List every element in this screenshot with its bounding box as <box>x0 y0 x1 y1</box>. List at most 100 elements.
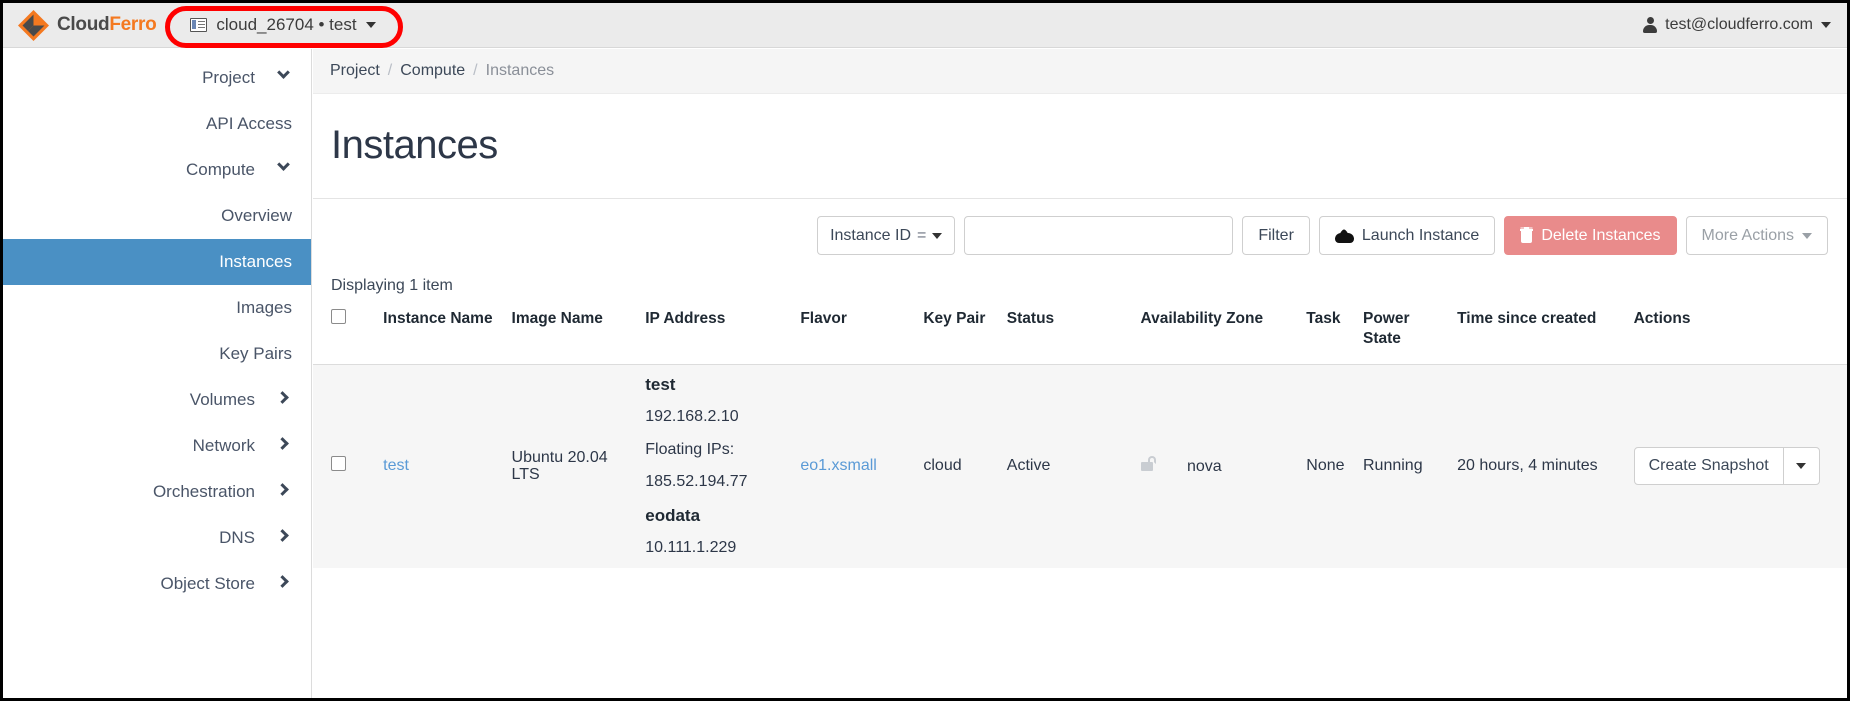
launch-instance-button[interactable]: Launch Instance <box>1319 216 1495 255</box>
brand-text: CloudFerro <box>57 14 156 36</box>
sidebar-item-label: Orchestration <box>153 482 255 502</box>
flavor-link[interactable]: eo1.xsmall <box>800 457 876 474</box>
chevron-right-icon <box>279 393 293 407</box>
project-selector[interactable]: cloud_26704 • test <box>180 11 385 39</box>
main-content: Project / Compute / Instances Instances … <box>313 49 1847 698</box>
breadcrumb-item-project[interactable]: Project <box>330 62 380 80</box>
select-all-checkbox[interactable] <box>331 309 346 324</box>
top-header-bar: CloudFerro cloud_26704 • test test@cloud… <box>3 3 1847 48</box>
instances-table: Instance Name Image Name IP Address Flav… <box>313 309 1847 568</box>
sidebar-item-overview[interactable]: Overview <box>3 193 311 239</box>
chevron-down-icon <box>1802 233 1812 239</box>
cloudferro-logo-icon <box>17 9 50 42</box>
filter-operator-label: = <box>917 227 926 245</box>
filter-button[interactable]: Filter <box>1242 216 1310 255</box>
column-header-task[interactable]: Task <box>1300 309 1357 364</box>
chevron-down-icon <box>279 71 293 85</box>
breadcrumb: Project / Compute / Instances <box>313 49 1847 94</box>
chevron-right-icon <box>279 531 293 545</box>
sidebar-item-label: Volumes <box>190 390 255 410</box>
launch-instance-label: Launch Instance <box>1362 227 1479 245</box>
sidebar-item-images[interactable]: Images <box>3 285 311 331</box>
sidebar-item-network[interactable]: Network <box>3 423 311 469</box>
column-header-ip-address[interactable]: IP Address <box>639 309 794 364</box>
column-header-key-pair[interactable]: Key Pair <box>917 309 1000 364</box>
filter-field-label: Instance ID <box>830 227 911 245</box>
cell-time-since-created: 20 hours, 4 minutes <box>1451 364 1628 567</box>
browser-window: CloudFerro cloud_26704 • test test@cloud… <box>0 0 1850 701</box>
cell-flavor: eo1.xsmall <box>794 364 917 567</box>
network-name-1: test <box>645 375 788 395</box>
sidebar-item-volumes[interactable]: Volumes <box>3 377 311 423</box>
network-ip-2: 10.111.1.229 <box>645 539 788 557</box>
trash-icon <box>1520 228 1533 243</box>
create-snapshot-button[interactable]: Create Snapshot <box>1635 448 1783 484</box>
sidebar-item-label: Instances <box>219 252 292 272</box>
instance-name-link[interactable]: test <box>383 457 409 474</box>
breadcrumb-item-instances: Instances <box>486 62 554 80</box>
column-header-availability-zone[interactable]: Availability Zone <box>1135 309 1301 364</box>
sidebar-item-label: Network <box>193 436 255 456</box>
actions-split-button: Create Snapshot <box>1634 447 1820 485</box>
chevron-right-icon <box>279 485 293 499</box>
sidebar-item-label: Object Store <box>161 574 256 594</box>
chevron-down-icon <box>1821 22 1831 28</box>
sidebar-item-label: Images <box>236 298 292 318</box>
displaying-count: Displaying 1 item <box>313 255 1847 295</box>
column-header-power-state[interactable]: Power State <box>1357 309 1451 364</box>
select-all-header <box>313 309 377 364</box>
sidebar-item-project[interactable]: Project <box>3 55 311 101</box>
cell-availability-zone: nova <box>1135 364 1301 567</box>
user-menu[interactable]: test@cloudferro.com <box>1643 16 1831 34</box>
column-header-actions: Actions <box>1628 309 1847 364</box>
column-header-status[interactable]: Status <box>1001 309 1135 364</box>
row-checkbox[interactable] <box>331 456 346 471</box>
page-title: Instances <box>331 123 1847 168</box>
table-body: test Ubuntu 20.04 LTS test 192.168.2.10 … <box>313 364 1847 567</box>
sidebar-item-label: Overview <box>221 206 292 226</box>
column-header-image-name[interactable]: Image Name <box>506 309 640 364</box>
more-actions-button[interactable]: More Actions <box>1686 216 1828 255</box>
search-input[interactable] <box>964 216 1233 255</box>
project-list-icon <box>190 18 207 32</box>
chevron-down-icon <box>1796 463 1806 469</box>
instances-toolbar: Instance ID = Filter Launch Instance Del… <box>313 199 1847 255</box>
sidebar-item-label: Key Pairs <box>219 344 292 364</box>
column-header-instance-name[interactable]: Instance Name <box>377 309 505 364</box>
chevron-down-icon <box>366 22 376 28</box>
cell-status: Active <box>1001 364 1135 567</box>
breadcrumb-item-compute[interactable]: Compute <box>400 62 465 80</box>
delete-instances-button[interactable]: Delete Instances <box>1504 216 1676 255</box>
cell-ip-address: test 192.168.2.10 Floating IPs: 185.52.1… <box>639 364 794 567</box>
actions-dropdown-toggle[interactable] <box>1783 448 1819 484</box>
table-header: Instance Name Image Name IP Address Flav… <box>313 309 1847 364</box>
sidebar-item-object-store[interactable]: Object Store <box>3 561 311 607</box>
sidebar-item-label: DNS <box>219 528 255 548</box>
cell-task: None <box>1300 364 1357 567</box>
cloudferro-logo[interactable]: CloudFerro <box>17 9 156 42</box>
column-header-flavor[interactable]: Flavor <box>794 309 917 364</box>
user-menu-label: test@cloudferro.com <box>1665 16 1813 34</box>
cell-image-name: Ubuntu 20.04 LTS <box>506 364 640 567</box>
sidebar-item-compute[interactable]: Compute <box>3 147 311 193</box>
chevron-down-icon <box>279 163 293 177</box>
unlock-icon <box>1141 456 1157 471</box>
filter-field-select[interactable]: Instance ID = <box>817 216 955 255</box>
sidebar-nav: Project API Access Compute Overview Inst… <box>3 49 312 698</box>
more-actions-label: More Actions <box>1702 227 1794 245</box>
user-icon <box>1643 17 1657 33</box>
sidebar-item-orchestration[interactable]: Orchestration <box>3 469 311 515</box>
row-select-cell <box>313 364 377 567</box>
sidebar-item-label: API Access <box>206 114 292 134</box>
cell-power-state: Running <box>1357 364 1451 567</box>
cell-actions: Create Snapshot <box>1628 364 1847 567</box>
delete-instances-label: Delete Instances <box>1541 227 1660 245</box>
sidebar-item-instances[interactable]: Instances <box>3 239 311 285</box>
sidebar-item-label: Compute <box>186 160 255 180</box>
availability-zone-value: nova <box>1187 458 1222 475</box>
column-header-time-since-created[interactable]: Time since created <box>1451 309 1628 364</box>
table-row: test Ubuntu 20.04 LTS test 192.168.2.10 … <box>313 364 1847 567</box>
sidebar-item-key-pairs[interactable]: Key Pairs <box>3 331 311 377</box>
sidebar-item-dns[interactable]: DNS <box>3 515 311 561</box>
sidebar-item-api-access[interactable]: API Access <box>3 101 311 147</box>
